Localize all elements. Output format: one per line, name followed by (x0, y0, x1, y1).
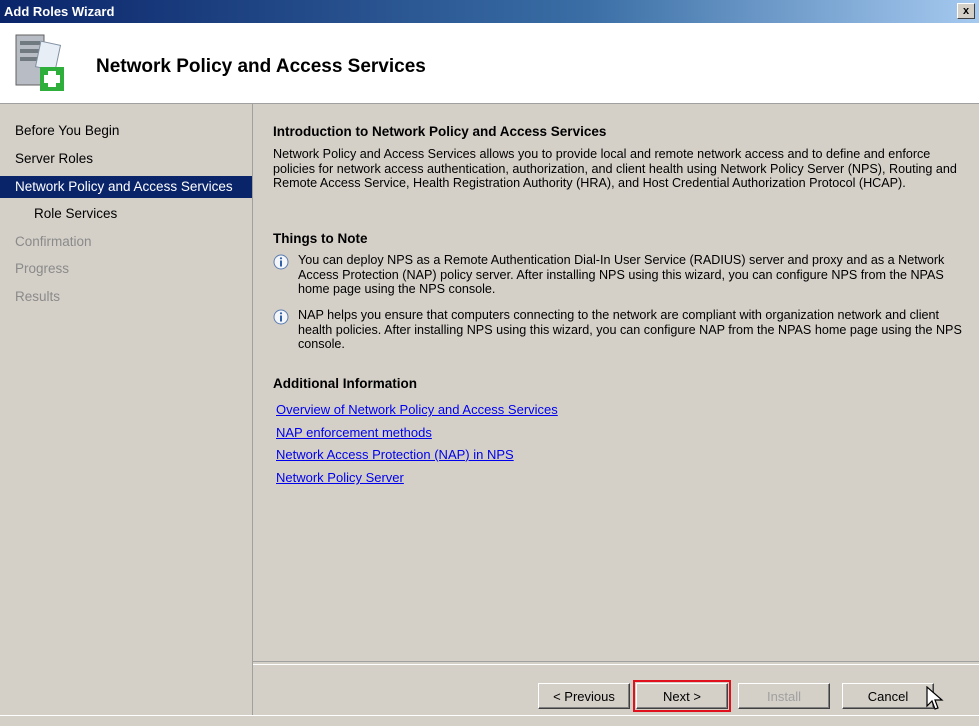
sidebar-item-results: Results (15, 289, 61, 304)
link-nap-enforcement[interactable]: NAP enforcement methods (276, 425, 432, 440)
intro-heading: Introduction to Network Policy and Acces… (273, 124, 607, 139)
link-overview-npas[interactable]: Overview of Network Policy and Access Se… (276, 402, 558, 417)
sidebar-item-server-roles[interactable]: Server Roles (0, 148, 252, 170)
note-text: NAP helps you ensure that computers conn… (298, 308, 962, 352)
notes-heading: Things to Note (273, 231, 368, 246)
sidebar-item-before-you-begin[interactable]: Before You Begin (0, 120, 252, 142)
sidebar-item-confirmation: Confirmation (15, 234, 92, 249)
intro-paragraph: Network Policy and Access Services allow… (273, 147, 957, 191)
window-title: Add Roles Wizard (4, 4, 115, 19)
wizard-header: Network Policy and Access Services (0, 23, 979, 104)
previous-button[interactable]: < Previous (538, 683, 630, 709)
info-icon (273, 309, 289, 325)
server-add-icon (15, 34, 64, 91)
sidebar-item-network-policy[interactable]: Network Policy and Access Services (0, 176, 252, 198)
additional-info-heading: Additional Information (273, 376, 417, 391)
title-bar: Add Roles Wizard x (0, 0, 979, 23)
install-button: Install (738, 683, 830, 709)
link-network-policy-server[interactable]: Network Policy Server (276, 470, 404, 485)
sidebar-item-role-services[interactable]: Role Services (0, 203, 252, 225)
footer-separator (253, 661, 979, 665)
note-text: You can deploy NPS as a Remote Authentic… (298, 253, 945, 297)
wizard-sidebar: Before You Begin Server Roles Network Po… (0, 104, 253, 725)
info-icon (273, 254, 289, 270)
page-title: Network Policy and Access Services (96, 56, 426, 77)
link-nap-in-nps[interactable]: Network Access Protection (NAP) in NPS (276, 447, 514, 462)
wizard-content: Introduction to Network Policy and Acces… (253, 104, 979, 660)
mouse-pointer-icon (926, 686, 944, 710)
next-button[interactable]: Next > (633, 680, 731, 712)
taskbar-strip (0, 715, 979, 726)
sidebar-item-progress: Progress (15, 261, 70, 276)
close-button[interactable]: x (957, 3, 975, 19)
cancel-button[interactable]: Cancel (842, 683, 934, 709)
